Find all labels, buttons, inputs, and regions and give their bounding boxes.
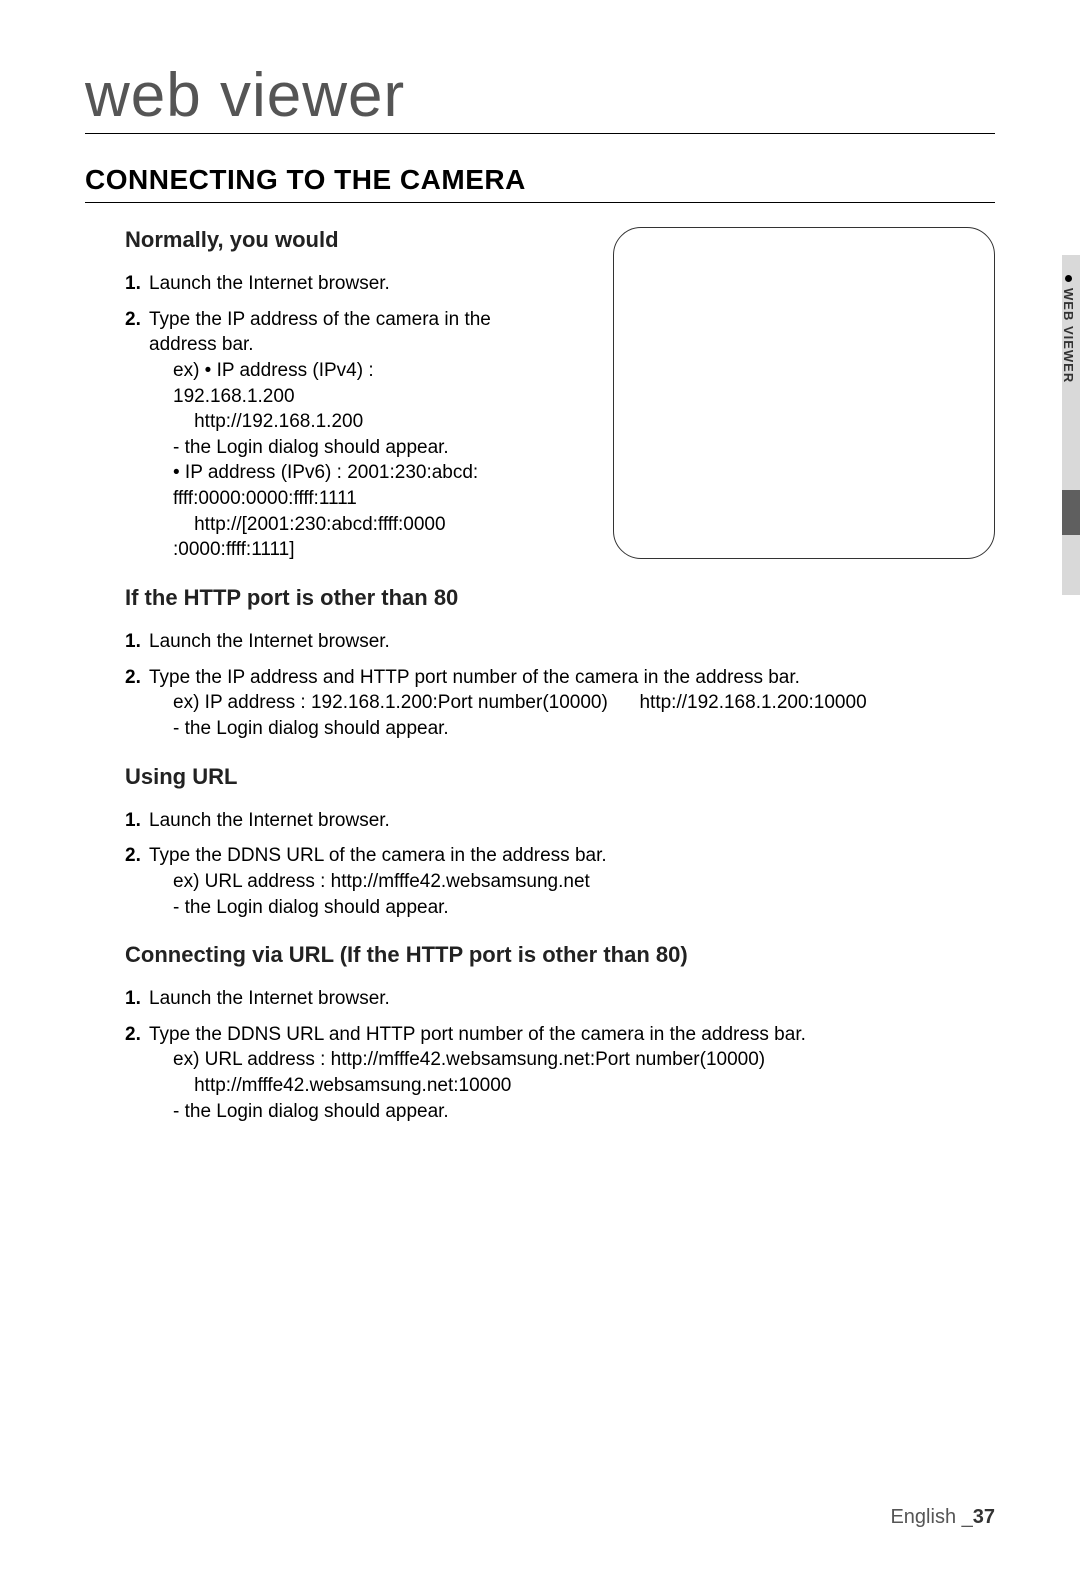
- list-line: • IP address (IPv6) : 2001:230:abcd: fff…: [149, 460, 495, 511]
- list-body: Type the DDNS URL of the camera in the a…: [149, 843, 915, 920]
- list-number: 1.: [125, 808, 149, 834]
- list-line: Type the IP address and HTTP port number…: [149, 665, 915, 691]
- list-item: 1.Launch the Internet browser.: [125, 271, 495, 297]
- page-footer: English _37: [890, 1506, 995, 1529]
- list-item: 2.Type the IP address of the camera in t…: [125, 307, 495, 563]
- list-body: Type the IP address of the camera in the…: [149, 307, 495, 563]
- content: Normally, you would1.Launch the Internet…: [85, 227, 995, 1124]
- list-line: http://mfffe42.websamsung.net:10000: [149, 1073, 915, 1099]
- tab-label: WEB VIEWER: [1061, 275, 1076, 383]
- list-body: Type the IP address and HTTP port number…: [149, 665, 915, 742]
- footer-language: English _: [890, 1506, 972, 1528]
- list-body: Launch the Internet browser.: [149, 986, 915, 1012]
- list-body: Launch the Internet browser.: [149, 271, 495, 297]
- list-item: 2.Type the IP address and HTTP port numb…: [125, 665, 915, 742]
- list-line: - the Login dialog should appear.: [149, 435, 495, 461]
- instruction-list: 1.Launch the Internet browser.2.Type the…: [125, 986, 915, 1124]
- subsection-heading: Connecting via URL (If the HTTP port is …: [125, 942, 995, 968]
- list-line: http://[2001:230:abcd:ffff:0000 :0000:ff…: [149, 512, 495, 563]
- list-body: Launch the Internet browser.: [149, 808, 915, 834]
- footer-page-number: 37: [973, 1506, 995, 1528]
- list-line: Type the DDNS URL of the camera in the a…: [149, 843, 915, 869]
- section-heading: CONNECTING TO THE CAMERA: [85, 164, 995, 203]
- list-line: Launch the Internet browser.: [149, 808, 915, 834]
- list-line: Type the DDNS URL and HTTP port number o…: [149, 1022, 915, 1048]
- instruction-list: 1.Launch the Internet browser.2.Type the…: [125, 271, 495, 563]
- list-number: 2.: [125, 307, 149, 563]
- list-number: 1.: [125, 271, 149, 297]
- list-item: 2.Type the DDNS URL and HTTP port number…: [125, 1022, 915, 1125]
- page: WEB VIEWER web viewer CONNECTING TO THE …: [0, 0, 1080, 1571]
- list-line: ex) • IP address (IPv4) : 192.168.1.200: [149, 358, 495, 409]
- side-tab: WEB VIEWER: [1052, 255, 1080, 595]
- tab-text: WEB VIEWER: [1061, 288, 1076, 383]
- list-number: 1.: [125, 629, 149, 655]
- list-line: http://192.168.1.200: [149, 409, 495, 435]
- list-line: - the Login dialog should appear.: [149, 895, 915, 921]
- list-number: 2.: [125, 843, 149, 920]
- list-number: 2.: [125, 665, 149, 742]
- list-line: ex) URL address : http://mfffe42.websams…: [149, 869, 915, 895]
- list-line: ex) IP address : 192.168.1.200:Port numb…: [149, 690, 915, 716]
- list-item: 1.Launch the Internet browser.: [125, 808, 915, 834]
- subsection-heading: Using URL: [125, 764, 995, 790]
- list-item: 1.Launch the Internet browser.: [125, 629, 915, 655]
- list-line: ex) URL address : http://mfffe42.websams…: [149, 1047, 915, 1073]
- figure-placeholder: [613, 227, 995, 559]
- list-line: Launch the Internet browser.: [149, 271, 495, 297]
- list-number: 1.: [125, 986, 149, 1012]
- list-line: Launch the Internet browser.: [149, 629, 915, 655]
- list-line: - the Login dialog should appear.: [149, 716, 915, 742]
- list-line: Launch the Internet browser.: [149, 986, 915, 1012]
- instruction-list: 1.Launch the Internet browser.2.Type the…: [125, 808, 915, 921]
- list-item: 2.Type the DDNS URL of the camera in the…: [125, 843, 915, 920]
- instruction-list: 1.Launch the Internet browser.2.Type the…: [125, 629, 915, 742]
- bullet-icon: [1065, 275, 1072, 282]
- list-body: Launch the Internet browser.: [149, 629, 915, 655]
- chapter-title: web viewer: [85, 60, 995, 134]
- list-body: Type the DDNS URL and HTTP port number o…: [149, 1022, 915, 1125]
- list-line: - the Login dialog should appear.: [149, 1099, 915, 1125]
- list-line: Type the IP address of the camera in the…: [149, 307, 495, 358]
- list-number: 2.: [125, 1022, 149, 1125]
- tab-current-marker: [1062, 490, 1080, 535]
- subsection-heading: If the HTTP port is other than 80: [125, 585, 995, 611]
- list-item: 1.Launch the Internet browser.: [125, 986, 915, 1012]
